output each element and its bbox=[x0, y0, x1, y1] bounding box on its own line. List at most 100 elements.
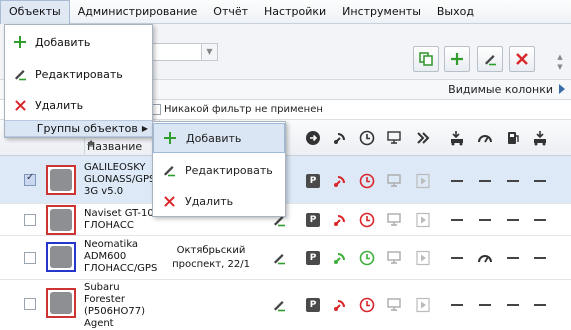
object-address: Октябрьский проспект, 22/1 bbox=[172, 245, 250, 270]
filter-status: Никакой фильтр не применен bbox=[164, 104, 323, 115]
submenu-item-label: Удалить bbox=[185, 194, 234, 208]
menu-item-add[interactable]: Добавить bbox=[5, 29, 152, 55]
no-data bbox=[476, 172, 494, 190]
chevron-right-icon: ▶ bbox=[141, 124, 148, 133]
pencil-icon bbox=[274, 254, 285, 265]
signal-icon[interactable] bbox=[331, 129, 349, 147]
menu-report[interactable]: Отчёт bbox=[205, 0, 256, 24]
car-icon bbox=[50, 169, 72, 191]
no-data bbox=[504, 249, 522, 267]
submenu-item-edit[interactable]: Редактировать bbox=[153, 155, 285, 185]
gauge-icon[interactable] bbox=[476, 129, 494, 147]
row-checkbox[interactable] bbox=[24, 298, 36, 310]
signal-status-icon bbox=[331, 296, 349, 314]
no-data bbox=[448, 172, 466, 190]
triangle-right-icon[interactable] bbox=[559, 84, 565, 94]
vehicle-avatar bbox=[46, 242, 76, 272]
signal-status-icon bbox=[331, 211, 349, 229]
no-data bbox=[531, 172, 549, 190]
object-name: Neomatika ADM600 ГЛОНАСС/GPS bbox=[84, 239, 158, 274]
menu-administration[interactable]: Администрирование bbox=[70, 0, 206, 24]
object-groups-submenu: Добавить Редактировать Удалить bbox=[152, 121, 286, 217]
menu-settings[interactable]: Настройки bbox=[256, 0, 334, 24]
x-icon bbox=[516, 53, 528, 65]
signal-status-icon bbox=[331, 249, 349, 267]
object-name: GALILEOSKY GLONASS/GPS 3G v5.0 bbox=[84, 162, 156, 197]
terminal-icon[interactable] bbox=[385, 129, 403, 147]
no-data bbox=[504, 172, 522, 190]
row-checkbox[interactable] bbox=[24, 172, 36, 186]
menu-item-object-groups[interactable]: Группы объектов ▶ bbox=[5, 120, 152, 137]
filter-select[interactable]: ▼ bbox=[150, 43, 218, 61]
x-icon bbox=[14, 99, 26, 111]
no-data bbox=[476, 296, 494, 314]
clock-icon[interactable] bbox=[358, 129, 376, 147]
chevron-down-icon[interactable]: ▼ bbox=[201, 44, 217, 60]
parking-badge: P bbox=[304, 211, 322, 229]
visible-columns-button[interactable]: Видимые колонки bbox=[448, 83, 553, 96]
signal-status-icon bbox=[331, 172, 349, 190]
vehicle-avatar bbox=[46, 205, 76, 235]
terminal-status-icon bbox=[385, 296, 403, 314]
menu-bar: Объекты Администрирование Отчёт Настройк… bbox=[0, 0, 571, 24]
submenu-item-add[interactable]: Добавить bbox=[153, 123, 285, 153]
play-icon[interactable] bbox=[414, 296, 432, 314]
menu-item-edit[interactable]: Редактировать bbox=[5, 61, 152, 87]
menu-item-label: Удалить bbox=[35, 98, 84, 112]
object-name: Naviset GT-10 ГЛОНАСС bbox=[84, 208, 154, 231]
menu-item-label: Редактировать bbox=[35, 67, 123, 81]
tractor-icon[interactable] bbox=[448, 129, 466, 147]
no-data bbox=[531, 249, 549, 267]
fast-forward-icon[interactable] bbox=[414, 129, 432, 147]
gauge-status-icon bbox=[476, 249, 494, 267]
no-data bbox=[448, 296, 466, 314]
clock-status-icon bbox=[358, 296, 376, 314]
submenu-item-label: Добавить bbox=[186, 131, 242, 145]
pencil-icon bbox=[274, 301, 285, 312]
no-data bbox=[504, 296, 522, 314]
table-row[interactable]: Subaru Forester (Р506НО77) Agent P bbox=[0, 280, 571, 330]
tractor-alt-icon[interactable] bbox=[531, 129, 549, 147]
menu-item-delete[interactable]: Удалить bbox=[5, 92, 152, 118]
car-icon bbox=[50, 292, 72, 314]
x-icon bbox=[163, 195, 175, 207]
plus-icon bbox=[14, 36, 26, 48]
clock-status-icon bbox=[358, 249, 376, 267]
submenu-item-delete[interactable]: Удалить bbox=[153, 186, 285, 216]
toolbar-scroll[interactable]: ▲ ▼ bbox=[555, 52, 565, 74]
menu-tools[interactable]: Инструменты bbox=[334, 0, 429, 24]
edit-row-button[interactable] bbox=[270, 249, 288, 267]
clock-status-icon bbox=[358, 172, 376, 190]
edit-row-button[interactable] bbox=[270, 296, 288, 314]
delete-button[interactable] bbox=[509, 46, 535, 72]
menu-objects[interactable]: Объекты bbox=[0, 0, 70, 24]
menu-exit[interactable]: Выход bbox=[429, 0, 482, 24]
parking-badge: P bbox=[304, 249, 322, 267]
row-checkbox[interactable] bbox=[24, 214, 36, 226]
no-data bbox=[476, 211, 494, 229]
sort-ascending-icon bbox=[87, 140, 95, 145]
table-row[interactable]: Neomatika ADM600 ГЛОНАСС/GPS Октябрьский… bbox=[0, 236, 571, 280]
play-icon[interactable] bbox=[414, 211, 432, 229]
car-icon bbox=[50, 209, 72, 231]
add-button[interactable] bbox=[444, 46, 470, 72]
terminal-status-icon bbox=[385, 211, 403, 229]
copy-icon bbox=[419, 52, 433, 66]
plus-icon bbox=[164, 132, 176, 144]
terminal-status-icon bbox=[385, 172, 403, 190]
row-checkbox[interactable] bbox=[24, 252, 36, 264]
play-icon[interactable] bbox=[414, 249, 432, 267]
edit-button[interactable] bbox=[477, 46, 503, 72]
no-data bbox=[448, 211, 466, 229]
no-data bbox=[531, 211, 549, 229]
car-icon bbox=[50, 246, 72, 268]
play-icon[interactable] bbox=[414, 172, 432, 190]
terminal-status-icon bbox=[385, 249, 403, 267]
direction-icon[interactable] bbox=[304, 129, 322, 147]
copy-button[interactable] bbox=[413, 46, 439, 72]
objects-menu: Добавить Редактировать Удалить Группы об… bbox=[4, 24, 153, 138]
pencil-icon bbox=[485, 55, 496, 66]
fuel-icon[interactable] bbox=[504, 129, 522, 147]
object-name: Subaru Forester (Р506НО77) Agent bbox=[84, 282, 146, 329]
column-name-label: Название bbox=[87, 140, 143, 153]
